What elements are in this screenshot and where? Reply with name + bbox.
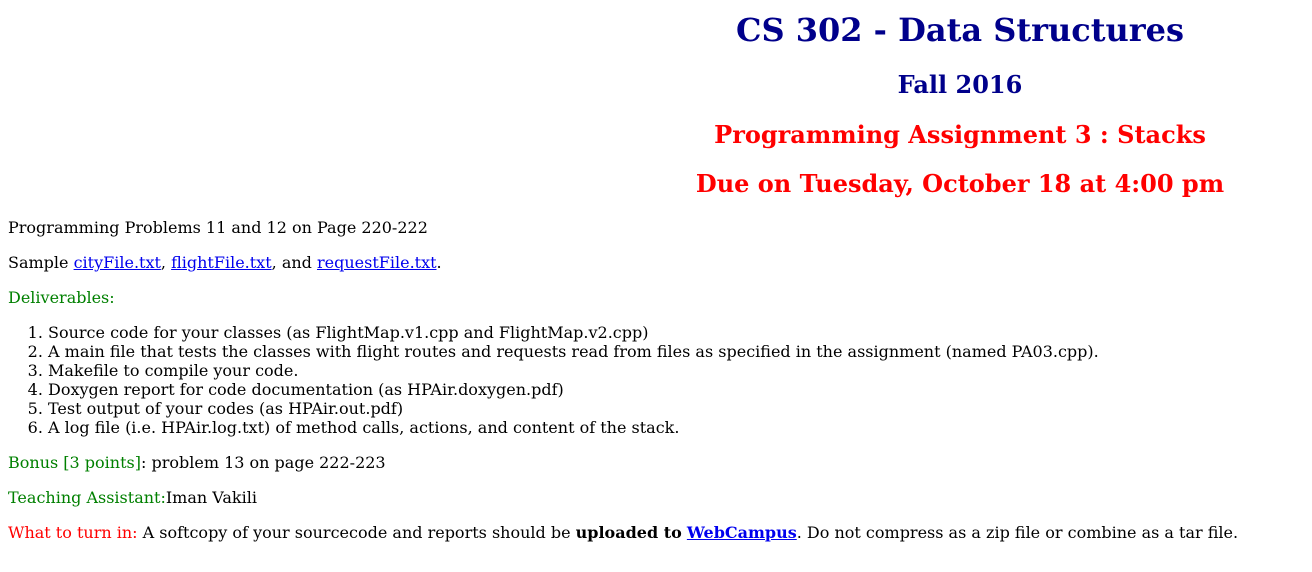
flight-file-link[interactable]: flightFile.txt	[171, 253, 272, 272]
list-item: Source code for your classes (as FlightM…	[48, 323, 1298, 342]
city-file-link[interactable]: cityFile.txt	[74, 253, 161, 272]
term-title: Fall 2016	[897, 70, 1023, 99]
turnin-text-2: . Do not compress as a zip file or combi…	[796, 523, 1239, 542]
list-item: A log file (i.e. HPAir.log.txt) of metho…	[48, 418, 1298, 437]
ta-label: Teaching Assistant:	[8, 488, 166, 507]
bonus-text: : problem 13 on page 222-223	[140, 453, 386, 472]
due-date-title: Due on Tuesday, October 18 at 4:00 pm	[695, 169, 1225, 198]
sample-separator-2: , and	[271, 253, 317, 272]
sample-suffix: .	[436, 253, 442, 272]
ta-name: Iman Vakili	[165, 488, 257, 507]
assignment-title: Programming Assignment 3 : Stacks	[714, 120, 1206, 149]
list-item: Doxygen report for code documentation (a…	[48, 380, 1298, 399]
list-item: A main file that tests the classes with …	[48, 342, 1298, 361]
list-item: Makefile to compile your code.	[48, 361, 1298, 380]
sample-prefix: Sample	[8, 253, 74, 272]
turnin-label: What to turn in:	[8, 523, 138, 542]
sample-paragraph: Sample cityFile.txt, flightFile.txt, and…	[8, 253, 1298, 272]
assignment-body: Programming Problems 11 and 12 on Page 2…	[8, 218, 1298, 558]
turnin-text-1: A softcopy of your sourcecode and report…	[137, 523, 576, 542]
bonus-paragraph: Bonus [3 points]: problem 13 on page 222…	[8, 453, 1298, 472]
request-file-link[interactable]: requestFile.txt	[317, 253, 437, 272]
bonus-label: Bonus [3 points]	[8, 453, 141, 472]
problems-paragraph: Programming Problems 11 and 12 on Page 2…	[8, 218, 428, 237]
deliverables-list: Source code for your classes (as FlightM…	[8, 323, 1298, 437]
sample-separator-1: ,	[160, 253, 172, 272]
webcampus-link[interactable]: WebCampus	[687, 523, 797, 542]
deliverables-label: Deliverables:	[8, 288, 115, 307]
ta-paragraph: Teaching Assistant:Iman Vakili	[8, 488, 1298, 507]
course-title: CS 302 - Data Structures	[736, 11, 1184, 49]
list-item: Test output of your codes (as HPAir.out.…	[48, 399, 1298, 418]
turnin-bold: uploaded to	[575, 523, 682, 542]
turnin-paragraph: What to turn in: A softcopy of your sour…	[8, 523, 1298, 542]
